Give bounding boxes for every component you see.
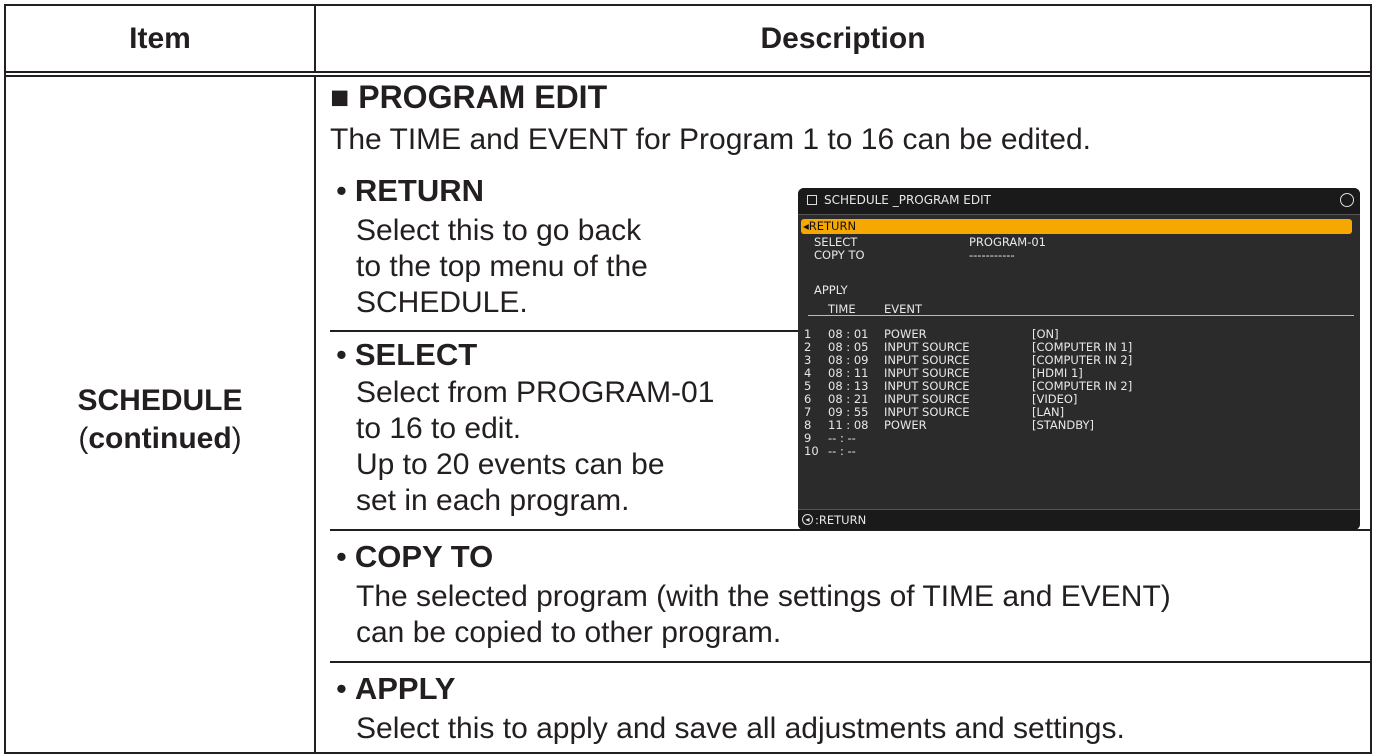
event-row[interactable]: 10 -- : -- <box>798 445 1360 458</box>
event-row[interactable]: 8 11 : 08 POWER [STANDBY] <box>798 419 1360 432</box>
program-edit-screen: SCHEDULE _PROGRAM EDIT ◂RETURN SELECT PR… <box>798 188 1360 530</box>
text-line: Select this to go back <box>356 214 642 247</box>
screen-footer: ◂ :RETURN <box>798 509 1360 530</box>
bullet-return-text: Select this to go back to the top menu o… <box>356 213 648 321</box>
event-row[interactable]: 5 08 : 13 INPUT SOURCE [COMPUTER IN 2] <box>798 380 1360 393</box>
divider <box>330 661 1372 663</box>
bullet-select-label: SELECT <box>354 337 478 372</box>
table-header: Item Description <box>6 6 1370 73</box>
header-item: Item <box>6 6 316 71</box>
text-line: Up to 20 events can be <box>356 448 665 481</box>
text-line: The selected program (with the settings … <box>356 580 1171 613</box>
section-intro: The TIME and EVENT for Program 1 to 16 c… <box>330 123 1091 156</box>
footer-return-hint: :RETURN <box>815 513 867 527</box>
event-time: -- : -- <box>828 444 856 458</box>
text-line: SCHEDULE. <box>356 286 528 319</box>
bullet-copyto-label: COPY TO <box>354 539 494 574</box>
item-label: SCHEDULE (continued) <box>6 382 314 458</box>
divider <box>330 330 800 332</box>
section-title: ■ PROGRAM EDIT <box>330 79 608 115</box>
header-description: Description <box>760 21 926 55</box>
bullet-apply-text: Select this to apply and save all adjust… <box>356 711 1125 747</box>
event-number: 10 <box>804 444 819 458</box>
text-line: Select from PROGRAM-01 <box>356 376 715 409</box>
event-row[interactable]: 6 08 : 21 INPUT SOURCE [VIDEO] <box>798 393 1360 406</box>
screen-title-bar: SCHEDULE _PROGRAM EDIT <box>798 188 1360 215</box>
bullet-copyto-text: The selected program (with the settings … <box>356 579 1171 651</box>
text-line: can be copied to other program. <box>356 616 782 649</box>
text-line: to 16 to edit. <box>356 412 522 445</box>
bullet-dot: • <box>336 173 347 208</box>
menu-corner-icon <box>1340 193 1354 207</box>
event-row[interactable]: 9 -- : -- <box>798 432 1360 445</box>
bullet-return-label: RETURN <box>354 173 485 208</box>
text-line: Select this to apply and save all adjust… <box>356 712 1125 745</box>
item-paren-open: ( <box>78 422 89 455</box>
return-menu-item[interactable]: ◂RETURN <box>801 219 1352 234</box>
schedule-icon <box>807 195 817 205</box>
bullet-copyto-title: • COPY TO <box>336 539 493 575</box>
bullet-dot: • <box>336 337 347 372</box>
apply-menu-item[interactable]: APPLY <box>814 284 848 297</box>
event-name: POWER <box>884 418 927 432</box>
bullet-dot: • <box>336 671 347 706</box>
event-source: [STANDBY] <box>1032 418 1095 432</box>
col-event-header: EVENT <box>884 302 923 316</box>
col-time-header: TIME <box>828 302 856 316</box>
return-button-icon: ◂ <box>802 514 813 525</box>
item-paren-close: ) <box>231 422 242 455</box>
text-line: to the top menu of the <box>356 250 648 283</box>
screen-title: SCHEDULE _PROGRAM EDIT <box>824 193 991 207</box>
bullet-apply-label: APPLY <box>354 671 456 706</box>
bullet-dot: • <box>336 539 347 574</box>
bullet-apply-title: • APPLY <box>336 671 455 707</box>
bullet-return-title: • RETURN <box>336 173 484 209</box>
copy-to-value: ----------- <box>969 248 1015 262</box>
text-line: set in each program. <box>356 484 630 517</box>
item-continued: continued <box>88 422 232 455</box>
item-cell: SCHEDULE (continued) <box>6 77 316 752</box>
item-name: SCHEDULE <box>77 384 243 417</box>
bullet-select-title: • SELECT <box>336 337 477 373</box>
copy-to-menu-item[interactable]: COPY TO <box>814 249 865 262</box>
bullet-select-text: Select from PROGRAM-01 to 16 to edit. Up… <box>356 375 714 519</box>
screen-rule <box>808 315 1354 316</box>
